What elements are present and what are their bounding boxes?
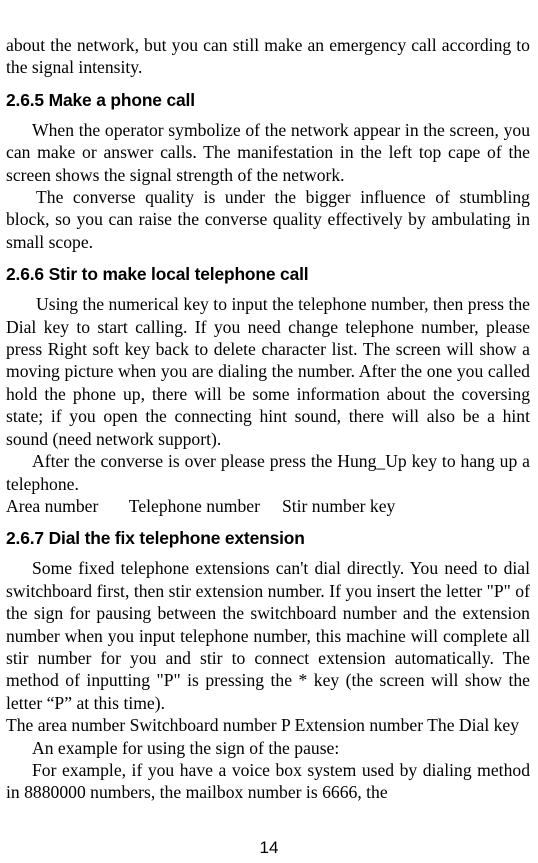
- paragraph-using-numerical-key: Using the numerical key to input the tel…: [6, 294, 530, 449]
- heading-2-6-6: 2.6.6 Stir to make local telephone call: [6, 264, 309, 285]
- paragraph-operator-symbolize: When the operator symbolize of the netwo…: [6, 119, 530, 185]
- document-page: about the network, but you can still mak…: [0, 0, 538, 863]
- paragraph-voice-box-example: For example, if you have a voice box sys…: [6, 759, 530, 803]
- paragraph-converse-quality: The converse quality is under the bigger…: [6, 187, 530, 252]
- paragraph-example-pause-sign: An example for using the sign of the pau…: [32, 737, 340, 758]
- heading-2-6-7: 2.6.7 Dial the fix telephone extension: [6, 528, 305, 549]
- tabline-area-switchboard-extension: The area number Switchboard number P Ext…: [6, 715, 520, 736]
- paragraph-after-converse-hangup: After the converse is over please press …: [6, 451, 530, 494]
- page-body: about the network, but you can still mak…: [6, 0, 530, 804]
- paragraph-network-emergency-call: about the network, but you can still mak…: [6, 35, 530, 78]
- tabline-area-telephone-stir: Area number Telephone number Stir number…: [6, 495, 396, 516]
- paragraph-fixed-extensions: Some fixed telephone extensions can't di…: [6, 558, 530, 713]
- heading-2-6-5: 2.6.5 Make a phone call: [6, 89, 195, 110]
- page-number: 14: [259, 838, 279, 857]
